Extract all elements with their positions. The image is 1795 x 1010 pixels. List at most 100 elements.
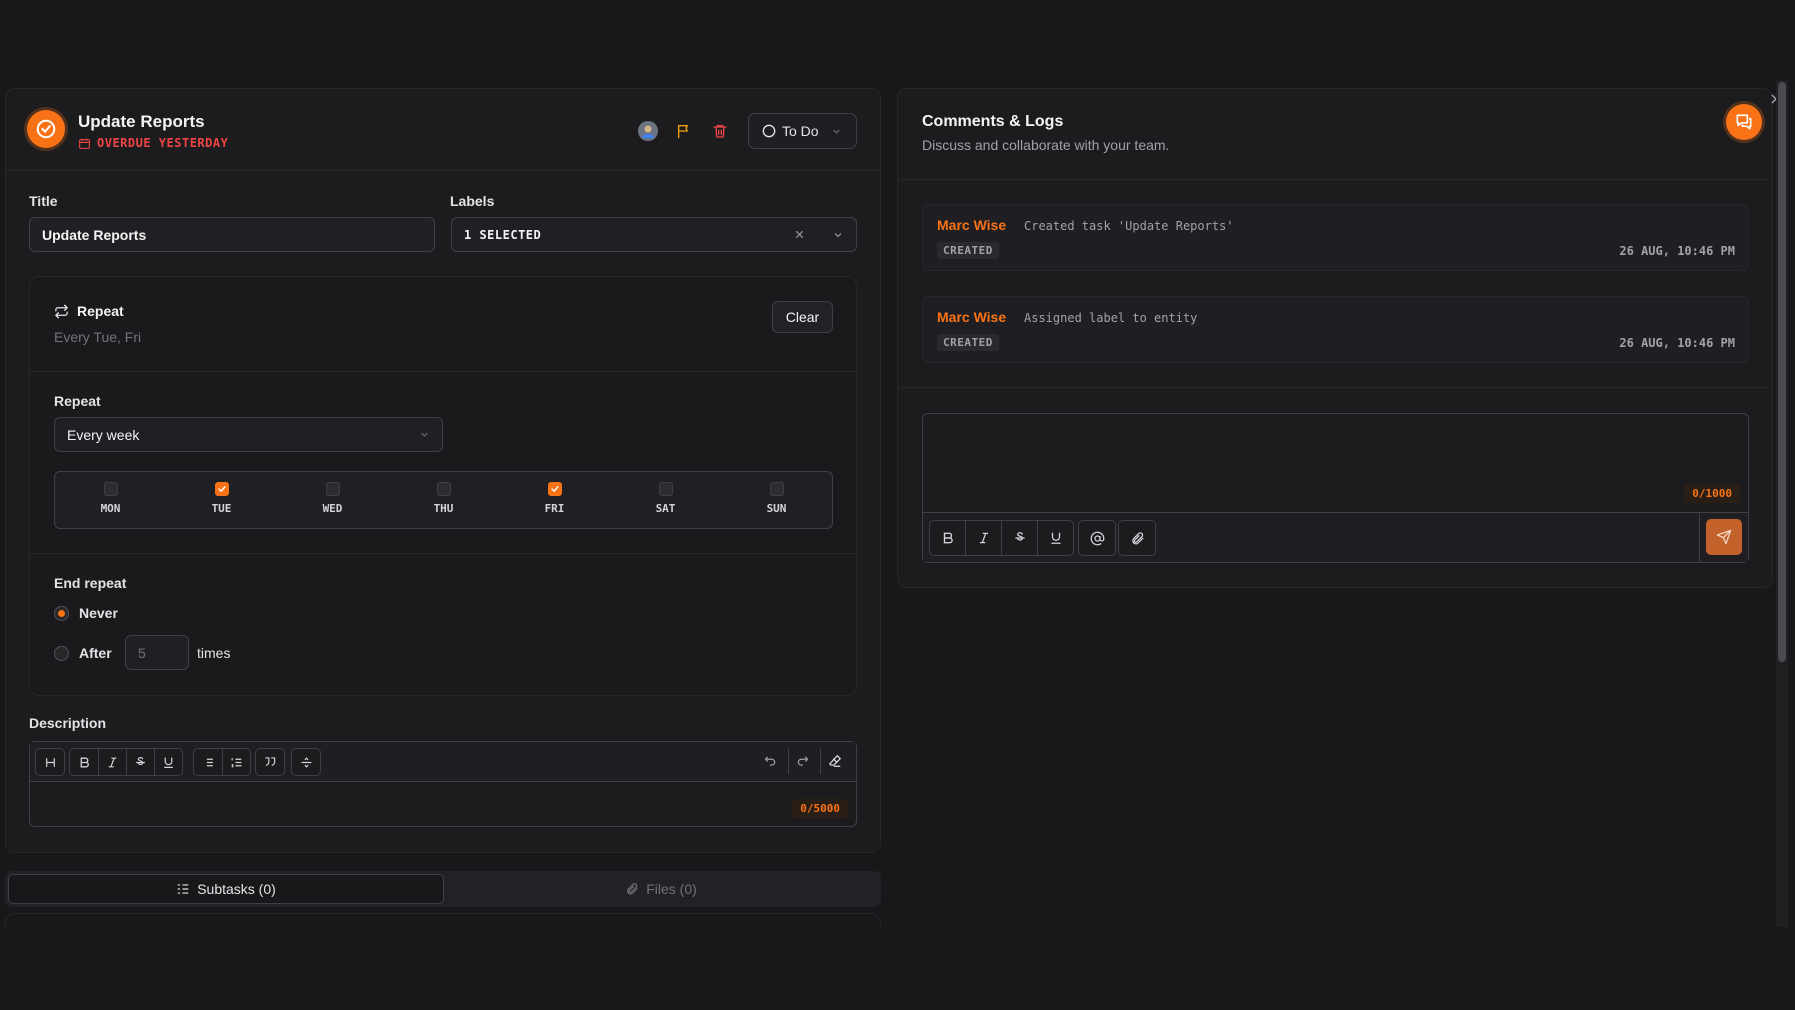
log-user[interactable]: Marc Wise xyxy=(937,309,1006,325)
weekday-fri[interactable]: FRI xyxy=(499,472,610,528)
status-circle-icon xyxy=(762,124,776,138)
weekday-label: MON xyxy=(100,502,121,515)
end-never-radio[interactable] xyxy=(54,606,69,621)
weekday-thu[interactable]: THU xyxy=(388,472,499,528)
task-tabs: Subtasks (0) Files (0) xyxy=(5,871,881,907)
mention-group xyxy=(1078,520,1116,556)
chat-icon[interactable] xyxy=(1726,104,1762,140)
repeat-title: Repeat xyxy=(77,303,124,319)
weekday-checkbox[interactable] xyxy=(103,482,118,496)
weekday-checkbox[interactable] xyxy=(325,482,340,496)
assignee-avatar[interactable] xyxy=(638,121,658,141)
weekday-checkbox[interactable] xyxy=(436,482,451,496)
title-input[interactable]: Update Reports xyxy=(29,217,435,252)
scrollbar-thumb[interactable] xyxy=(1778,82,1786,662)
repeat-icon xyxy=(54,304,69,319)
log-message: Assigned label to entity xyxy=(1024,311,1198,325)
labels-label: Labels xyxy=(450,193,495,209)
tab-content-panel xyxy=(5,913,881,927)
divider xyxy=(1699,513,1700,562)
format-group xyxy=(69,748,183,776)
undo-icon[interactable] xyxy=(756,748,784,774)
clear-repeat-button[interactable]: Clear xyxy=(772,301,833,333)
chevron-down-icon[interactable] xyxy=(832,229,844,241)
weekday-picker: MON TUE WED THU FRI SAT SUN xyxy=(54,471,833,529)
weekday-label: SUN xyxy=(766,502,787,515)
task-header: Update Reports OVERDUE YESTERDAY To Do xyxy=(6,89,880,171)
log-time: 26 AUG, 10:46 PM xyxy=(1619,244,1735,258)
weekday-label: TUE xyxy=(211,502,232,515)
list-group xyxy=(193,748,251,776)
end-repeat-label: End repeat xyxy=(54,575,127,591)
eraser-icon[interactable] xyxy=(820,748,848,774)
divider-group xyxy=(291,748,321,776)
labels-select[interactable]: 1 SELECTED xyxy=(451,217,857,252)
bold-icon[interactable] xyxy=(930,521,965,555)
strikethrough-icon[interactable] xyxy=(1001,521,1037,555)
log-entry: Marc Wise Assigned label to entity CREAT… xyxy=(922,296,1749,363)
title-label: Title xyxy=(29,193,58,209)
underline-icon[interactable] xyxy=(1037,521,1073,555)
repeat-summary: Every Tue, Fri xyxy=(54,329,142,345)
log-tag: CREATED xyxy=(937,334,999,351)
comments-panel: Comments & Logs Discuss and collaborate … xyxy=(897,88,1773,588)
labels-value: 1 SELECTED xyxy=(464,227,542,242)
weekday-sun[interactable]: SUN xyxy=(721,472,832,528)
status-dropdown[interactable]: To Do xyxy=(748,113,857,149)
log-message: Created task 'Update Reports' xyxy=(1024,219,1234,233)
tab-files[interactable]: Files (0) xyxy=(444,874,878,904)
send-button[interactable] xyxy=(1706,519,1742,555)
tab-subtasks[interactable]: Subtasks (0) xyxy=(8,874,444,904)
trash-icon[interactable] xyxy=(710,121,730,141)
end-after-label: After xyxy=(79,645,112,661)
repeat-summary-bar: Repeat Every Tue, Fri Clear xyxy=(30,277,856,372)
weekday-mon[interactable]: MON xyxy=(55,472,166,528)
mention-icon[interactable] xyxy=(1079,521,1115,555)
italic-icon[interactable] xyxy=(98,749,126,775)
bold-icon[interactable] xyxy=(70,749,98,775)
comments-title: Comments & Logs xyxy=(922,113,1064,130)
heading-group xyxy=(35,748,65,776)
weekday-checkbox[interactable] xyxy=(658,482,673,496)
weekday-wed[interactable]: WED xyxy=(277,472,388,528)
heading-icon[interactable] xyxy=(36,749,64,775)
end-after-radio[interactable] xyxy=(54,646,69,661)
repeat-frequency-select[interactable]: Every week xyxy=(54,417,443,452)
weekday-tue[interactable]: TUE xyxy=(166,472,277,528)
paperclip-icon[interactable] xyxy=(1119,521,1155,555)
horizontal-rule-icon[interactable] xyxy=(292,749,320,775)
underline-icon[interactable] xyxy=(154,749,182,775)
calendar-icon xyxy=(78,137,91,150)
clear-labels-icon[interactable] xyxy=(793,228,806,241)
history-group xyxy=(756,748,848,774)
after-count-input[interactable]: 5 xyxy=(125,635,189,670)
comment-counter: 0/1000 xyxy=(1684,484,1740,503)
divider xyxy=(30,553,856,554)
weekday-sat[interactable]: SAT xyxy=(610,472,721,528)
italic-icon[interactable] xyxy=(965,521,1001,555)
comment-editor[interactable]: 0/1000 xyxy=(922,413,1749,563)
weekday-checkbox[interactable] xyxy=(547,482,562,496)
redo-icon[interactable] xyxy=(788,748,816,774)
comments-subtitle: Discuss and collaborate with your team. xyxy=(922,137,1170,153)
task-title: Update Reports xyxy=(78,112,205,131)
ordered-list-icon[interactable] xyxy=(222,749,250,775)
strikethrough-icon[interactable] xyxy=(126,749,154,775)
chevron-down-icon xyxy=(831,126,842,137)
description-editor[interactable]: 0/5000 xyxy=(29,741,857,827)
comment-format-group xyxy=(929,520,1074,556)
log-user[interactable]: Marc Wise xyxy=(937,217,1006,233)
paperclip-icon xyxy=(625,882,639,896)
weekday-checkbox[interactable] xyxy=(214,482,229,496)
weekday-checkbox[interactable] xyxy=(769,482,784,496)
quote-icon[interactable] xyxy=(256,749,284,775)
description-toolbar xyxy=(30,742,856,782)
comments-header: Comments & Logs Discuss and collaborate … xyxy=(898,89,1772,180)
flag-icon[interactable] xyxy=(674,121,694,141)
end-never-label: Never xyxy=(79,605,118,621)
scrollbar[interactable] xyxy=(1776,80,1788,927)
weekday-label: WED xyxy=(322,502,343,515)
tab-files-label: Files (0) xyxy=(646,881,697,897)
attach-group xyxy=(1118,520,1156,556)
bullet-list-icon[interactable] xyxy=(194,749,222,775)
